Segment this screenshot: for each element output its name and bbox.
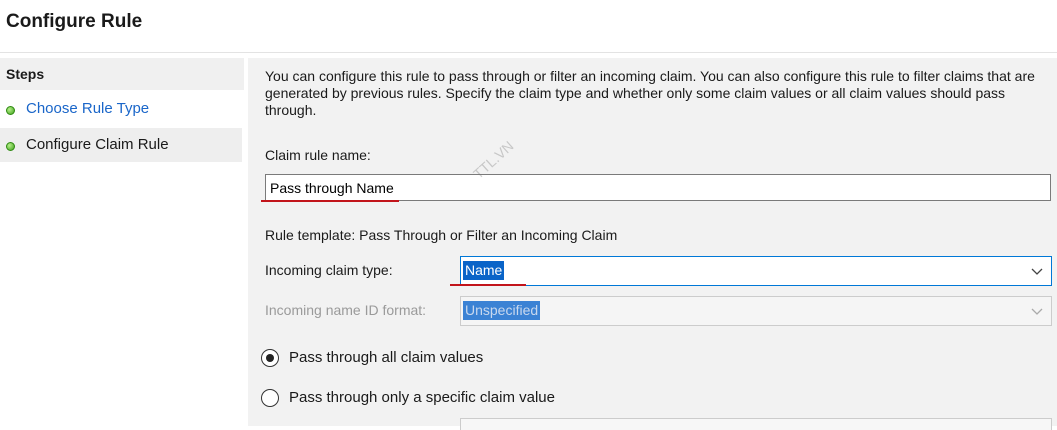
incoming-claim-type-value: Name: [463, 261, 505, 280]
main-panel: You can configure this rule to pass thro…: [248, 58, 1057, 430]
step-choose-rule-type[interactable]: Choose Rule Type: [0, 92, 244, 126]
chevron-down-icon: [1031, 305, 1043, 317]
radio-pass-specific[interactable]: [261, 389, 279, 407]
step-configure-claim-rule[interactable]: Configure Claim Rule: [0, 128, 242, 162]
claim-rule-name-value: Pass through Name: [270, 180, 394, 196]
incoming-claim-type-select[interactable]: Name: [460, 256, 1052, 286]
radio-pass-all-label[interactable]: Pass through all claim values: [289, 349, 483, 366]
claim-rule-name-input[interactable]: Pass through Name: [265, 174, 1051, 201]
claim-value-input: [460, 418, 1052, 430]
step-status-dot-icon: [6, 142, 15, 151]
steps-panel: Steps Choose Rule Type Configure Claim R…: [0, 58, 244, 426]
step-label[interactable]: Choose Rule Type: [26, 100, 149, 117]
page-title: Configure Rule: [6, 11, 143, 32]
step-label: Configure Claim Rule: [26, 136, 169, 153]
radio-pass-all[interactable]: [261, 349, 279, 367]
incoming-name-id-format-label: Incoming name ID format:: [265, 302, 427, 318]
steps-header: Steps: [0, 58, 244, 90]
description-text: You can configure this rule to pass thro…: [265, 68, 1035, 118]
incoming-claim-type-label: Incoming claim type:: [265, 262, 393, 278]
rule-template-text: Rule template: Pass Through or Filter an…: [265, 227, 618, 243]
dialog-header: Configure Rule: [0, 0, 1057, 53]
steps-heading: Steps: [6, 66, 45, 82]
incoming-name-id-format-select: Unspecified: [460, 296, 1052, 326]
claim-rule-name-label: Claim rule name:: [265, 147, 371, 163]
annotation-underline: [450, 284, 526, 286]
radio-pass-specific-label[interactable]: Pass through only a specific claim value: [289, 389, 555, 406]
step-status-dot-icon: [6, 106, 15, 115]
chevron-down-icon[interactable]: [1031, 265, 1043, 277]
incoming-name-id-format-value: Unspecified: [463, 301, 541, 320]
annotation-underline: [261, 200, 399, 202]
